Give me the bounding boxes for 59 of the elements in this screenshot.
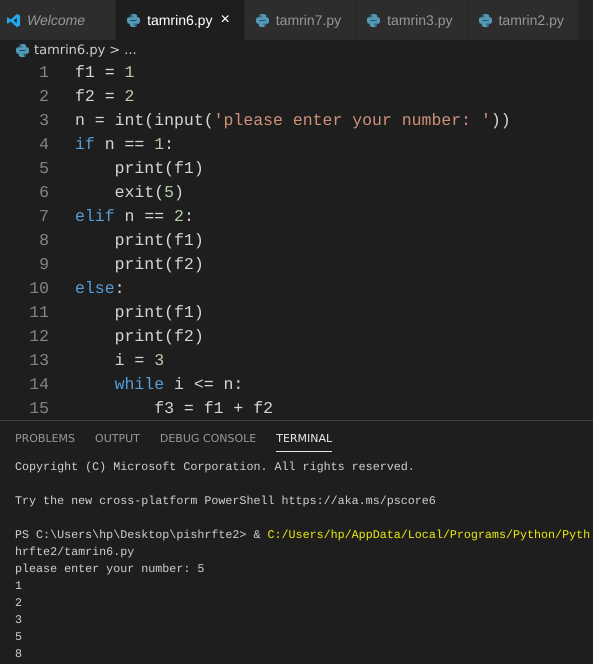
line-number: 14 [28,374,49,394]
line-number: 2 [38,86,49,106]
terminal-line: 3 [15,612,24,629]
logo-icon [6,12,21,28]
code-line: i = 3 [114,350,164,370]
editor-tab[interactable]: Welcome [0,0,116,40]
terminal-line: hrfte2/tamrin6.py [15,544,136,561]
terminal-line: 2 [15,595,24,612]
panel-tab[interactable]: TERMINAL [276,424,332,452]
line-number: 8 [38,230,49,250]
code-line: exit(5) [114,182,184,202]
line-number: 6 [38,182,49,202]
code-line: n = int(input('please enter your number: ')) [75,110,511,130]
breadcrumb-item[interactable]: ... [124,42,137,58]
code-line: print(f1) [114,158,204,178]
line-number: 4 [38,134,49,154]
terminal-line: Copyright (C) Microsoft Corporation. All rights reserved. [15,459,416,476]
python-icon [366,12,382,28]
editor-tab[interactable]: tamrin2.py [468,0,579,40]
code-line: while i <= n: [114,374,244,394]
python-icon [15,42,30,58]
line-number: 10 [28,278,49,298]
editor-tab[interactable]: tamrin3.py [356,0,468,40]
line-number: 13 [28,350,49,370]
line-number: 15 [28,398,49,418]
panel-tab[interactable]: OUTPUT [95,424,140,452]
terminal-line: Try the new cross-platform PowerShell https://aka.ms/pscore6 [15,493,437,510]
terminal-line: please enter your number: 5 [15,561,206,578]
close-icon[interactable]: × [220,11,230,29]
python-icon [126,12,142,28]
line-number: 7 [38,206,49,226]
terminal-line: 5 [15,629,24,646]
code-line: elif n == 2: [75,206,194,226]
panel-tab[interactable]: DEBUG CONSOLE [160,424,256,452]
code-line: f2 = 2 [75,86,134,106]
code-line: f3 = f1 + f2 [153,398,274,418]
line-number: 5 [38,158,49,178]
breadcrumb-item[interactable]: tamrin6.py [34,42,106,58]
code-line: f1 = 1 [75,62,134,82]
code-line: print(f2) [114,254,204,274]
python-icon [254,12,270,28]
panel-tab[interactable]: PROBLEMS [15,424,76,452]
editor-tab[interactable]: tamrin6.py × [116,0,245,40]
code-line: print(f1) [114,302,204,322]
line-number: 12 [28,326,49,346]
terminal-line: 8 [15,646,24,663]
line-number: 9 [38,254,49,274]
code-line: print(f2) [114,326,204,346]
code-line: else: [75,278,125,298]
line-number: 11 [28,302,49,322]
chevron-icon: > [109,42,120,58]
code-line: if n == 1: [75,134,174,154]
code-line: print(f1) [114,230,204,250]
line-number: 1 [38,62,49,82]
terminal-line: 1 [15,578,24,595]
terminal-line: PS C:\Users\hp\Desktop\pishrfte2> & C:/Users/hp/AppData/Local/Programs/Python/Pyth [15,527,592,544]
editor-tab[interactable]: tamrin7.py [244,0,356,40]
python-icon [478,12,493,28]
line-number: 3 [38,110,49,130]
